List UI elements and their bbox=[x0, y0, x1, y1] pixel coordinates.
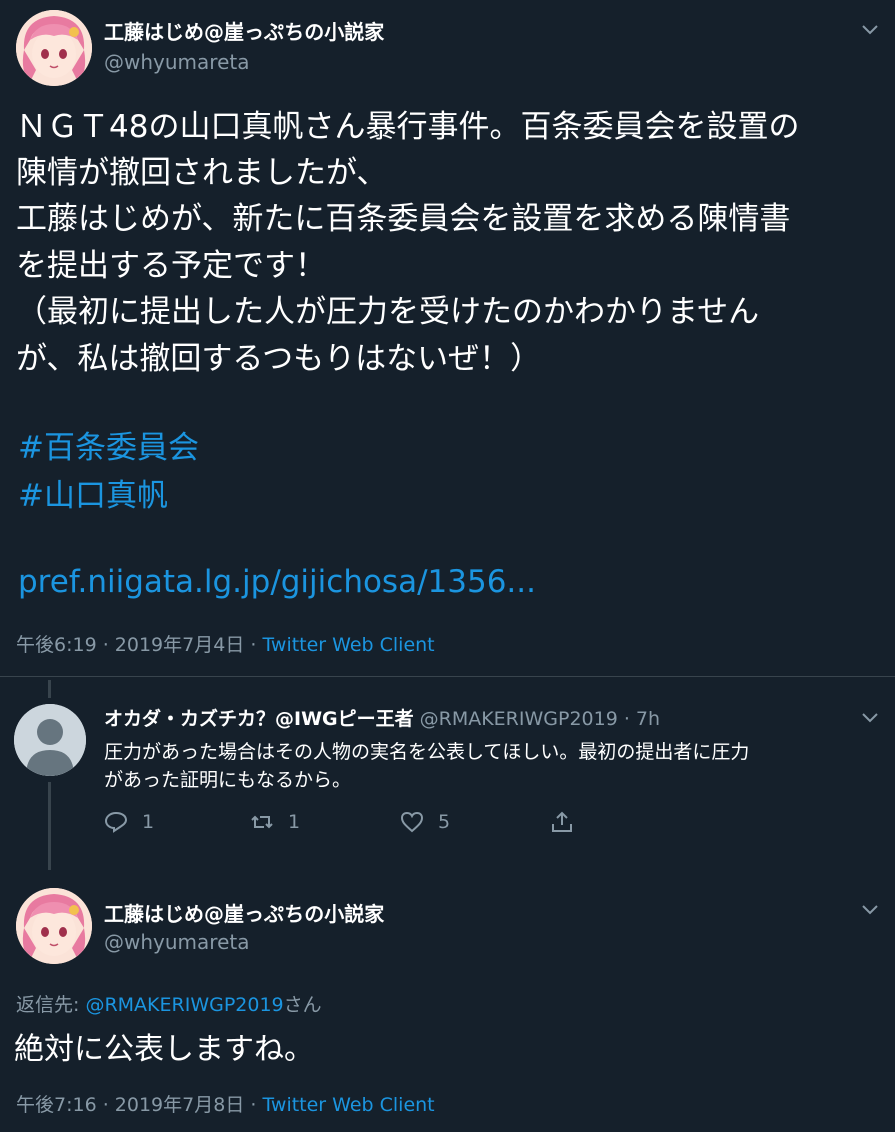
tweet-text: 絶対に公表しますね。 bbox=[14, 1032, 314, 1067]
url-link[interactable]: pref.niigata.lg.jp/gijichosa/1356... bbox=[18, 564, 536, 600]
replier-display-name[interactable]: オカダ・カズチカ？@IWGピー王者 bbox=[104, 708, 414, 730]
replying-mention-link[interactable]: @RMAKERIWGP2019 bbox=[85, 994, 283, 1016]
reply-icon bbox=[104, 811, 128, 833]
reply-button[interactable]: 1 bbox=[104, 810, 154, 834]
timestamp-text: 午後7:16 · 2019年7月8日 · bbox=[16, 1094, 263, 1116]
conversation-page: 工藤はじめ@崖っぷちの小説家 @whyumareta ＮＧＴ48の山口真帆さん暴… bbox=[0, 0, 895, 1132]
hashtag-link[interactable]: #山口真帆 bbox=[18, 470, 168, 515]
replier-handle[interactable]: @RMAKERIWGP2019 · 7h bbox=[420, 708, 660, 730]
retweet-button[interactable]: 1 bbox=[250, 810, 300, 834]
author-handle[interactable]: @whyumareta bbox=[104, 930, 249, 954]
anime-avatar-image bbox=[16, 888, 92, 964]
reply-text-line: があった証明にもなるから。 bbox=[104, 769, 352, 791]
tweet-timestamp: 午後6:19 · 2019年7月4日 · Twitter Web Client bbox=[16, 630, 435, 657]
replying-prefix: 返信先: bbox=[16, 994, 86, 1016]
retweet-count: 1 bbox=[288, 811, 301, 833]
tweet-text-line: 工藤はじめが、新たに百条委員会を設置を求める陳情書 bbox=[16, 201, 791, 237]
chevron-down-icon[interactable] bbox=[860, 20, 880, 40]
author-display-name[interactable]: 工藤はじめ@崖っぷちの小説家 bbox=[104, 16, 384, 45]
thread-connector-top bbox=[48, 680, 51, 698]
client-link[interactable]: Twitter Web Client bbox=[262, 1094, 434, 1116]
tweet-text-line: を提出する予定です！ bbox=[16, 248, 326, 284]
anime-avatar-image bbox=[16, 10, 92, 86]
author-display-name[interactable]: 工藤はじめ@崖っぷちの小説家 bbox=[104, 898, 384, 927]
tweet-text-line: が、私は撤回するつもりはないぜ！） bbox=[16, 341, 542, 377]
tweet-text-line: ＮＧＴ48の山口真帆さん暴行事件。百条委員会を設置の bbox=[16, 109, 800, 145]
retweet-icon bbox=[251, 815, 273, 829]
replier-name-row[interactable]: オカダ・カズチカ？@IWGピー王者 @RMAKERIWGP2019 · 7h bbox=[104, 704, 660, 731]
chevron-down-icon[interactable] bbox=[860, 708, 880, 728]
share-button[interactable] bbox=[550, 810, 574, 834]
replying-to: 返信先: @RMAKERIWGP2019さん bbox=[16, 990, 322, 1017]
tweet-timestamp: 午後7:16 · 2019年7月8日 · Twitter Web Client bbox=[16, 1090, 435, 1117]
like-icon bbox=[400, 811, 424, 833]
replying-suffix: さん bbox=[283, 994, 322, 1016]
chevron-down-icon[interactable] bbox=[860, 900, 880, 920]
reply-text-line: 圧力があった場合はその人物の実名を公表してほしい。最初の提出者に圧力 bbox=[104, 741, 750, 763]
timestamp-text: 午後6:19 · 2019年7月4日 · bbox=[16, 634, 263, 656]
author-handle[interactable]: @whyumareta bbox=[104, 50, 249, 74]
tweet-text-line: 陳情が撤回されましたが、 bbox=[16, 155, 388, 191]
like-button[interactable]: 5 bbox=[400, 810, 450, 834]
replier-avatar[interactable] bbox=[14, 704, 86, 776]
author-avatar[interactable] bbox=[16, 888, 92, 964]
thread-connector bbox=[48, 782, 51, 870]
tweet-text-line: （最初に提出した人が圧力を受けたのかわかりません bbox=[16, 294, 760, 330]
like-count: 5 bbox=[438, 811, 451, 833]
default-avatar-icon bbox=[14, 704, 86, 776]
divider bbox=[0, 676, 895, 677]
hashtag-link[interactable]: #百条委員会 bbox=[18, 422, 199, 467]
reply-count: 1 bbox=[142, 811, 155, 833]
client-link[interactable]: Twitter Web Client bbox=[262, 634, 434, 656]
share-icon bbox=[552, 811, 572, 832]
author-avatar[interactable] bbox=[16, 10, 92, 86]
